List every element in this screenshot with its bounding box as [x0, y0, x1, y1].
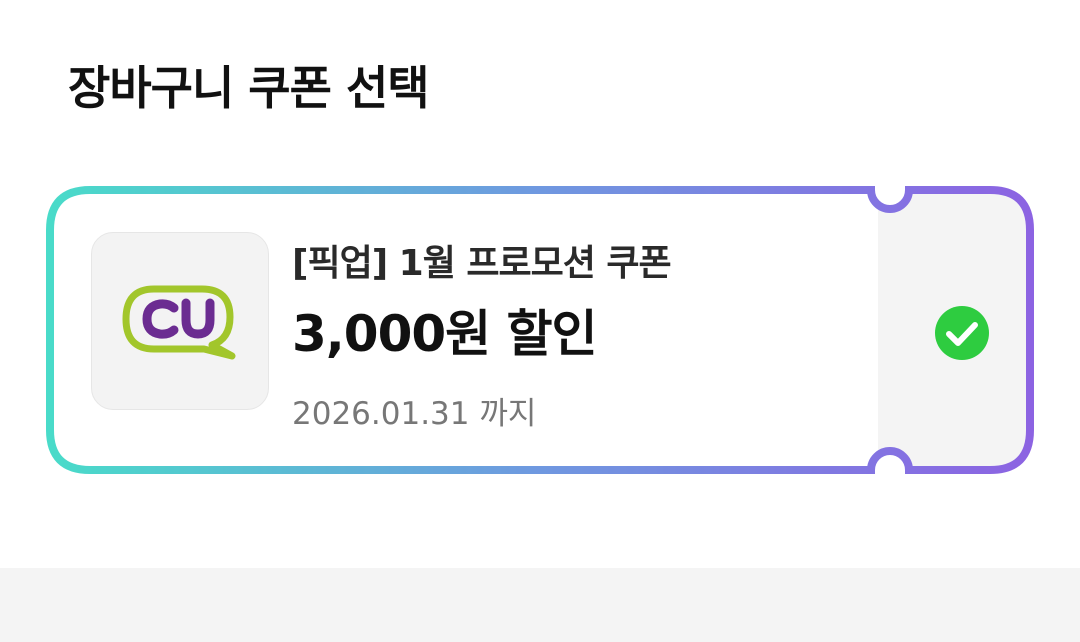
coupon-discount-amount: 3,000원 할인: [292, 305, 598, 363]
check-circle-icon[interactable]: [934, 305, 990, 361]
coupon-expiry-date: 2026.01.31 까지: [292, 396, 537, 432]
bottom-section-divider: [0, 568, 1080, 642]
coupon-name: [픽업] 1월 프로모션 쿠폰: [292, 243, 672, 284]
brand-logo-tile: [91, 232, 269, 410]
coupon-select-page: 장바구니 쿠폰 선택 [픽업] 1월 프로모션 쿠폰 3,000원 할인 202…: [0, 0, 1080, 642]
cu-logo-icon: [122, 285, 236, 360]
